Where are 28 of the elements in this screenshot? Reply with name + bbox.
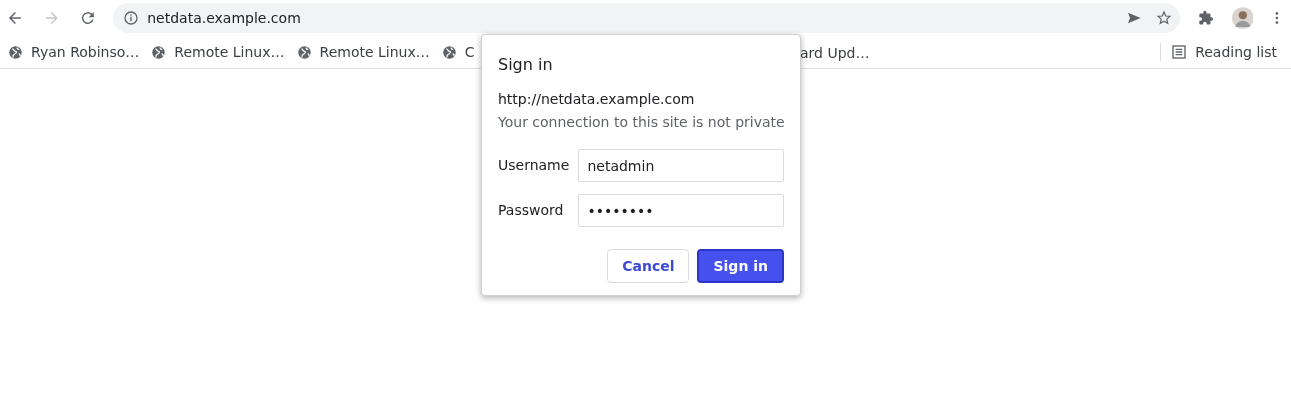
globe-icon: [8, 44, 23, 60]
globe-icon: [296, 44, 312, 60]
send-icon[interactable]: [1125, 10, 1142, 26]
address-bar[interactable]: netdata.example.com: [113, 3, 1180, 33]
cancel-button[interactable]: Cancel: [607, 249, 690, 283]
dialog-title: Sign in: [498, 54, 554, 76]
connection-warning: Your connection to this site is not private: [498, 113, 784, 132]
sign-in-button[interactable]: Sign in: [697, 249, 784, 283]
input-field[interactable]: netadmin: [578, 149, 784, 182]
globe-icon: [151, 44, 167, 60]
field-label: Username: [498, 156, 571, 175]
bookmark-item[interactable]: Ryan Robinso…: [31, 41, 140, 63]
globe-icon: [441, 44, 457, 60]
site-url: http://netdata.example.com: [498, 90, 696, 109]
bookmark-item[interactable]: Remote Linux…: [174, 41, 285, 63]
back-icon[interactable]: [6, 9, 24, 27]
bookmark-item[interactable]: ard Upd…: [800, 43, 870, 64]
list-icon: [1171, 44, 1188, 60]
avatar-icon[interactable]: [1231, 7, 1254, 29]
input-field[interactable]: ••••••••: [578, 194, 784, 227]
reading-list-button[interactable]: Reading list: [1171, 41, 1277, 63]
url-text: netdata.example.com: [147, 8, 302, 28]
puzzle-icon[interactable]: [1197, 10, 1214, 26]
star-icon[interactable]: [1155, 10, 1172, 26]
field-label: Password: [498, 201, 565, 220]
bookmark-item[interactable]: Remote Linux…: [319, 41, 430, 63]
bookmark-item[interactable]: C: [464, 41, 475, 63]
info-icon: [123, 10, 140, 26]
